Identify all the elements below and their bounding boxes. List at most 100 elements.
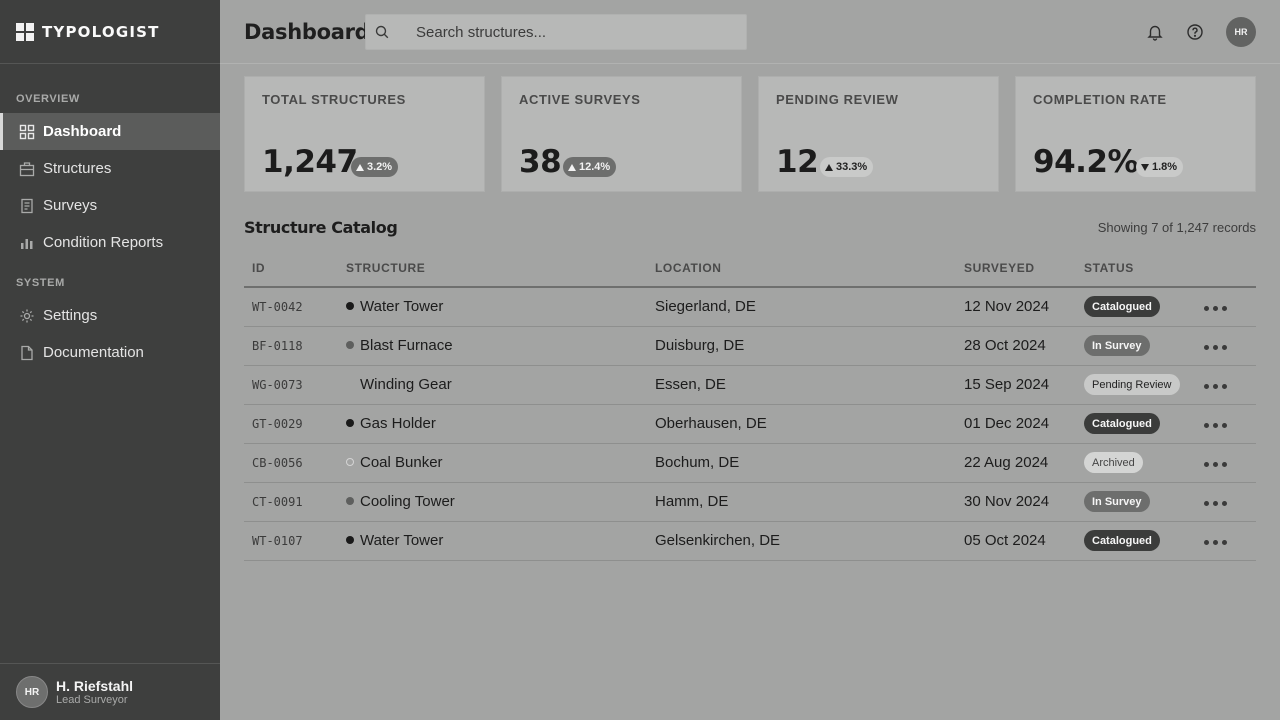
column-header-id[interactable]: ID xyxy=(244,250,346,288)
search-input[interactable] xyxy=(366,15,746,49)
trend-badge: 1.8% xyxy=(1136,157,1184,177)
status-badge: Pending Review xyxy=(1084,374,1180,395)
structure-name[interactable]: Water Tower xyxy=(360,298,443,315)
cell-surveyed: 22 Aug 2024 xyxy=(964,443,1084,483)
cell-surveyed: 15 Sep 2024 xyxy=(964,365,1084,405)
cell-location: Gelsenkirchen, DE xyxy=(655,521,964,561)
column-header-location[interactable]: LOCATION xyxy=(655,250,964,288)
table-row[interactable]: BF-0118 Blast Furnace Duisburg, DE 28 Oct 2… xyxy=(244,326,1256,366)
record-count: Showing 7 of 1,247 records xyxy=(1097,220,1256,235)
structure-name[interactable]: Water Tower xyxy=(360,532,443,549)
status-badge: Catalogued xyxy=(1084,296,1160,318)
bell-icon[interactable] xyxy=(1145,22,1165,42)
more-actions-icon[interactable] xyxy=(1204,345,1227,350)
trend-value: 33.3% xyxy=(836,161,868,173)
structure-name[interactable]: Coal Bunker xyxy=(360,454,443,471)
more-actions-icon[interactable] xyxy=(1204,384,1227,389)
briefcase-icon xyxy=(19,161,35,177)
avatar[interactable]: HR xyxy=(1226,17,1256,47)
column-header-structure[interactable]: STRUCTURE xyxy=(346,250,655,288)
structure-name[interactable]: Winding Gear xyxy=(360,376,452,393)
stat-label: PENDING REVIEW xyxy=(776,92,899,107)
trend-up-icon xyxy=(825,163,833,171)
column-header-surveyed[interactable]: SURVEYED xyxy=(964,250,1084,288)
stat-value: 12 xyxy=(776,144,819,180)
user-profile[interactable]: HR H. Riefstahl Lead Surveyor xyxy=(0,663,220,720)
user-name: H. Riefstahl xyxy=(56,677,134,694)
table-row[interactable]: CT-0091 Cooling Tower Hamm, DE 30 Nov 2024 I… xyxy=(244,482,1256,522)
cell-actions xyxy=(1204,326,1256,366)
status-dot-icon xyxy=(346,341,354,350)
structure-table: ID STRUCTURE LOCATION SURVEYED STATUS WT… xyxy=(244,250,1256,561)
file-icon xyxy=(19,345,35,361)
sidebar: TYPOLOGIST OVERVIEW Dashboard Structures… xyxy=(0,0,220,720)
status-badge: Catalogued xyxy=(1084,413,1160,434)
sidebar-item-surveys[interactable]: Surveys xyxy=(0,187,220,224)
table-row[interactable]: CB-0056 Coal Bunker Bochum, DE 22 Aug 2024 A… xyxy=(244,443,1256,483)
structure-name[interactable]: Blast Furnace xyxy=(360,337,453,354)
cell-actions xyxy=(1204,404,1256,444)
table-row[interactable]: GT-0029 Gas Holder Oberhausen, DE 01 Dec 20… xyxy=(244,404,1256,444)
help-icon[interactable] xyxy=(1185,22,1205,42)
status-dot-icon xyxy=(346,419,354,428)
sidebar-item-label: Condition Reports xyxy=(43,234,164,251)
sidebar-item-documentation[interactable]: Documentation xyxy=(0,334,220,371)
status-badge: In Survey xyxy=(1084,335,1150,356)
structure-name[interactable]: Gas Holder xyxy=(360,415,436,432)
sidebar-item-dashboard[interactable]: Dashboard xyxy=(0,113,220,150)
cell-location: Oberhausen, DE xyxy=(655,404,964,444)
more-actions-icon[interactable] xyxy=(1204,306,1227,312)
cell-location: Hamm, DE xyxy=(655,482,964,522)
grid-icon xyxy=(19,124,35,140)
cell-status: Catalogued xyxy=(1084,404,1204,444)
cell-status: Pending Review xyxy=(1084,365,1204,405)
cell-id: BF-0118 xyxy=(244,326,346,366)
trend-badge: 3.2% xyxy=(351,157,399,177)
brand[interactable]: TYPOLOGIST xyxy=(0,0,220,64)
table-row[interactable]: WT-0042 Water Tower Siegerland, DE 12 Nov 2… xyxy=(244,287,1256,327)
status-dot-icon xyxy=(346,302,354,311)
more-actions-icon[interactable] xyxy=(1204,423,1227,428)
status-dot-icon xyxy=(346,497,354,506)
cell-actions xyxy=(1204,287,1256,327)
cell-surveyed: 12 Nov 2024 xyxy=(964,287,1084,327)
sidebar-item-label: Dashboard xyxy=(43,123,122,140)
cell-surveyed: 05 Oct 2024 xyxy=(964,521,1084,561)
more-actions-icon[interactable] xyxy=(1204,462,1227,467)
stat-card-completion-rate: COMPLETION RATE 94.2% 1.8% xyxy=(1015,76,1256,192)
stat-label: TOTAL STRUCTURES xyxy=(262,92,406,107)
stat-value: 1,247 xyxy=(262,144,358,180)
brand-name: TYPOLOGIST xyxy=(42,22,160,41)
stat-label: COMPLETION RATE xyxy=(1033,92,1167,107)
cell-location: Essen, DE xyxy=(655,365,964,405)
sidebar-item-structures[interactable]: Structures xyxy=(0,150,220,187)
trend-value: 3.2% xyxy=(367,161,393,173)
logo-grid-icon xyxy=(16,22,34,41)
stats-cards: TOTAL STRUCTURES 1,247 3.2% ACTIVE SURVE… xyxy=(244,76,1256,192)
cell-location: Siegerland, DE xyxy=(655,287,964,327)
cell-status: In Survey xyxy=(1084,482,1204,522)
structure-name[interactable]: Cooling Tower xyxy=(360,493,455,510)
sidebar-item-label: Surveys xyxy=(43,197,98,214)
cell-location: Duisburg, DE xyxy=(655,326,964,366)
table-row[interactable]: WG-0073 Winding Gear Essen, DE 15 Sep 2024 P… xyxy=(244,365,1256,405)
cell-status: Catalogued xyxy=(1084,521,1204,561)
sidebar-item-condition-reports[interactable]: Condition Reports xyxy=(0,224,220,261)
sidebar-item-label: Settings xyxy=(43,307,98,324)
trend-badge: 12.4% xyxy=(563,157,617,177)
trend-badge: 33.3% xyxy=(820,157,874,177)
sidebar-item-settings[interactable]: Settings xyxy=(0,297,220,334)
cell-id: GT-0029 xyxy=(244,404,346,444)
table-row[interactable]: WT-0107 Water Tower Gelsenkirchen, DE 05 Oc… xyxy=(244,521,1256,561)
cell-status: In Survey xyxy=(1084,326,1204,366)
more-actions-icon[interactable] xyxy=(1204,540,1227,545)
cell-actions xyxy=(1204,365,1256,405)
cell-id: WT-0042 xyxy=(244,287,346,327)
cell-actions xyxy=(1204,482,1256,522)
column-header-actions xyxy=(1204,250,1256,288)
stat-value: 38 xyxy=(519,144,562,180)
column-header-status[interactable]: STATUS xyxy=(1084,250,1204,288)
cell-status: Catalogued xyxy=(1084,287,1204,327)
more-actions-icon[interactable] xyxy=(1204,501,1227,506)
status-dot-icon xyxy=(346,536,354,545)
